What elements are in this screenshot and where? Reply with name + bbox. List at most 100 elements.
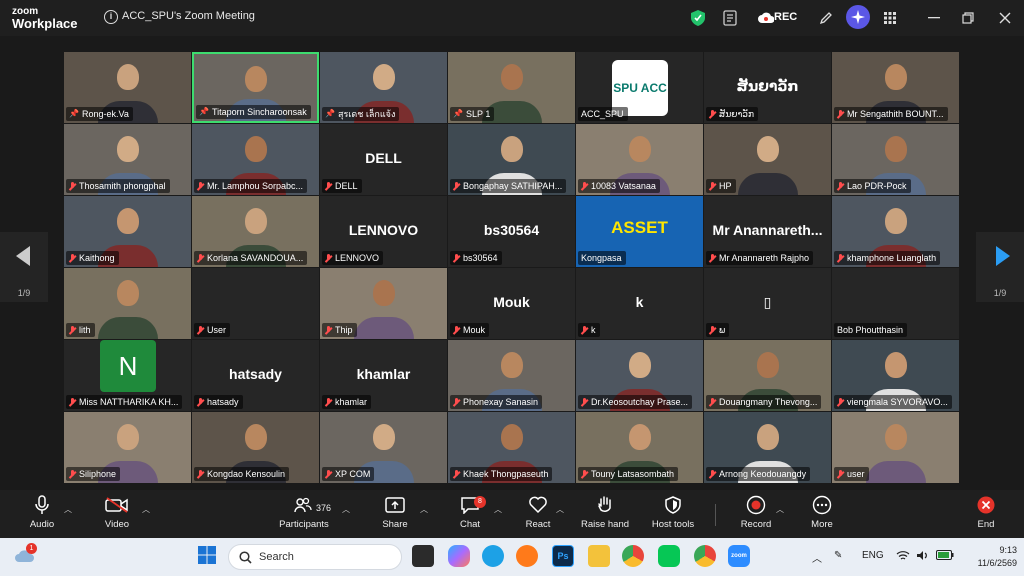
participant-name: ພ [719,325,726,335]
record-button[interactable]: Record [738,494,774,530]
participant-tile[interactable]: Touny Latsasombath [576,412,703,483]
ai-companion-icon[interactable] [846,5,870,29]
participant-tile[interactable]: Lao PDR-Pock [832,124,959,195]
mic-muted-icon [709,325,716,335]
share-options-caret[interactable]: ︿ [420,504,428,515]
record-options-caret[interactable]: ︿ [776,504,784,515]
edge-browser-icon[interactable] [482,545,504,567]
close-icon[interactable] [995,8,1015,28]
participant-tile[interactable]: SPU ACC ACC_SPU [576,52,703,123]
participant-tile[interactable]: Siliphone [64,412,191,483]
participant-tile[interactable]: 📌 Rong-ek.Va [64,52,191,123]
participant-tile[interactable]: Mouk Mouk [448,268,575,339]
participant-tile[interactable]: Khaek Thongpaseuth [448,412,575,483]
participant-name-label: lith [66,323,95,337]
participant-tile[interactable]: Phonexay Sanasin [448,340,575,411]
audio-button[interactable]: Audio [22,494,62,530]
notes-icon[interactable] [720,8,740,28]
video-options-caret[interactable]: ︿ [142,504,150,515]
more-button[interactable]: More [808,494,836,530]
firefox-icon[interactable] [516,545,538,567]
participant-tile[interactable]: khamphone Luanglath [832,196,959,267]
participant-tile[interactable]: 10083 Vatsanaa [576,124,703,195]
windows-start-icon[interactable] [197,545,219,567]
taskbar-search-input[interactable]: Search [228,544,402,570]
participant-tile[interactable]: N Miss NATTHARIKA KH... [64,340,191,411]
battery-icon[interactable] [936,550,954,563]
share-button[interactable]: Share [380,494,410,530]
participant-tile[interactable]: 📌 Titaporn Sincharoonsak [192,52,319,123]
participant-tile[interactable]: Kongdao Kensoulin [192,412,319,483]
chrome-profile-icon[interactable] [694,545,716,567]
zoom-app-icon[interactable]: zoom [728,545,750,567]
apps-grid-icon[interactable] [880,8,900,28]
participant-tile[interactable]: Mr. Lamphou Sorpabc... [192,124,319,195]
task-view-icon[interactable] [412,545,434,567]
participant-tile[interactable]: bs30564 bs30564 [448,196,575,267]
next-page-button[interactable]: 1/9 [976,232,1024,302]
participant-name-label: Khaek Thongpaseuth [450,467,553,481]
host-tools-button[interactable]: Host tools [648,494,698,530]
participant-tile[interactable]: HP [704,124,831,195]
participant-tile[interactable]: kk [576,268,703,339]
participant-tile[interactable]: ▯ ພ [704,268,831,339]
participant-tile[interactable]: ສັນຍາວັກ ສັນຍາວັກ [704,52,831,123]
minimize-icon[interactable] [924,8,944,28]
participant-name-label: bs30564 [450,251,502,265]
mic-muted-icon [581,181,588,191]
participant-tile[interactable]: khamlar khamlar [320,340,447,411]
react-options-caret[interactable]: ︿ [556,504,564,515]
participant-tile[interactable]: 📌 SLP 1 [448,52,575,123]
photoshop-icon[interactable]: Ps [552,545,574,567]
participant-tile[interactable]: Thip [320,268,447,339]
participant-name: Mouk [463,325,486,335]
file-explorer-icon[interactable] [588,545,610,567]
participant-tile[interactable]: 📌 สุรเดช เล็กแจ้ง [320,52,447,123]
volume-icon[interactable] [916,550,929,564]
end-meeting-button[interactable]: End [972,494,1000,530]
participant-tile[interactable]: Thosamith phongphal [64,124,191,195]
participant-tile[interactable]: XP COM [320,412,447,483]
input-language[interactable]: ENG [862,550,884,561]
copilot-icon[interactable] [448,545,470,567]
audio-options-caret[interactable]: ︿ [64,504,72,515]
chrome-icon[interactable] [622,545,644,567]
participant-tile[interactable]: Dr.Keosoutchay Prase... [576,340,703,411]
participant-tile[interactable]: User [192,268,319,339]
participant-tile[interactable]: Douangmany Thevong... [704,340,831,411]
participant-tile[interactable]: Mr Anannareth... Mr Anannareth Rajpho [704,196,831,267]
participant-tile[interactable]: hatsady hatsady [192,340,319,411]
participant-tile[interactable]: user [832,412,959,483]
annotate-pen-icon[interactable] [816,8,836,28]
tray-overflow-chevron-icon[interactable]: ︿ [812,550,822,565]
meeting-info-icon[interactable]: i [104,10,118,24]
participant-tile[interactable]: ASSET Kongpasa [576,196,703,267]
wifi-icon[interactable] [896,550,910,564]
system-clock[interactable]: 9:13 11/6/2569 [977,544,1017,570]
language-pen-icon[interactable]: ✎ [834,550,842,561]
participant-name-label: Bob Phoutthasin [834,323,908,337]
participant-tile[interactable]: Bob Phoutthasin [832,268,959,339]
participant-tile[interactable]: LENNOVO LENNOVO [320,196,447,267]
raise-hand-button[interactable]: Raise hand [580,494,630,530]
video-button[interactable]: Video [98,494,136,530]
previous-page-button[interactable]: 1/9 [0,232,48,302]
line-app-icon[interactable] [658,545,680,567]
participants-options-caret[interactable]: ︿ [342,504,350,515]
react-button[interactable]: React [524,494,552,530]
participant-tile[interactable]: DELL DELL [320,124,447,195]
cloud-record-icon[interactable] [756,8,776,28]
participant-tile[interactable]: Arnong Keodouangdy [704,412,831,483]
chat-options-caret[interactable]: ︿ [494,504,502,515]
participant-tile[interactable]: Bongaphay SATHIPAH... [448,124,575,195]
restore-icon[interactable] [958,8,978,28]
participant-tile[interactable]: viengmala SYVORAVO... [832,340,959,411]
participant-tile[interactable]: Korlana SAVANDOUA... [192,196,319,267]
participant-tile[interactable]: Kaithong [64,196,191,267]
participant-display-name: ▯ [763,294,772,310]
participant-tile[interactable]: Mr Sengathith BOUNT... [832,52,959,123]
participant-name-label: Bongaphay SATHIPAH... [450,179,567,193]
participant-tile[interactable]: lith [64,268,191,339]
encryption-shield-icon[interactable] [688,8,708,28]
participant-name: Dr.Keosoutchay Prase... [591,397,689,407]
